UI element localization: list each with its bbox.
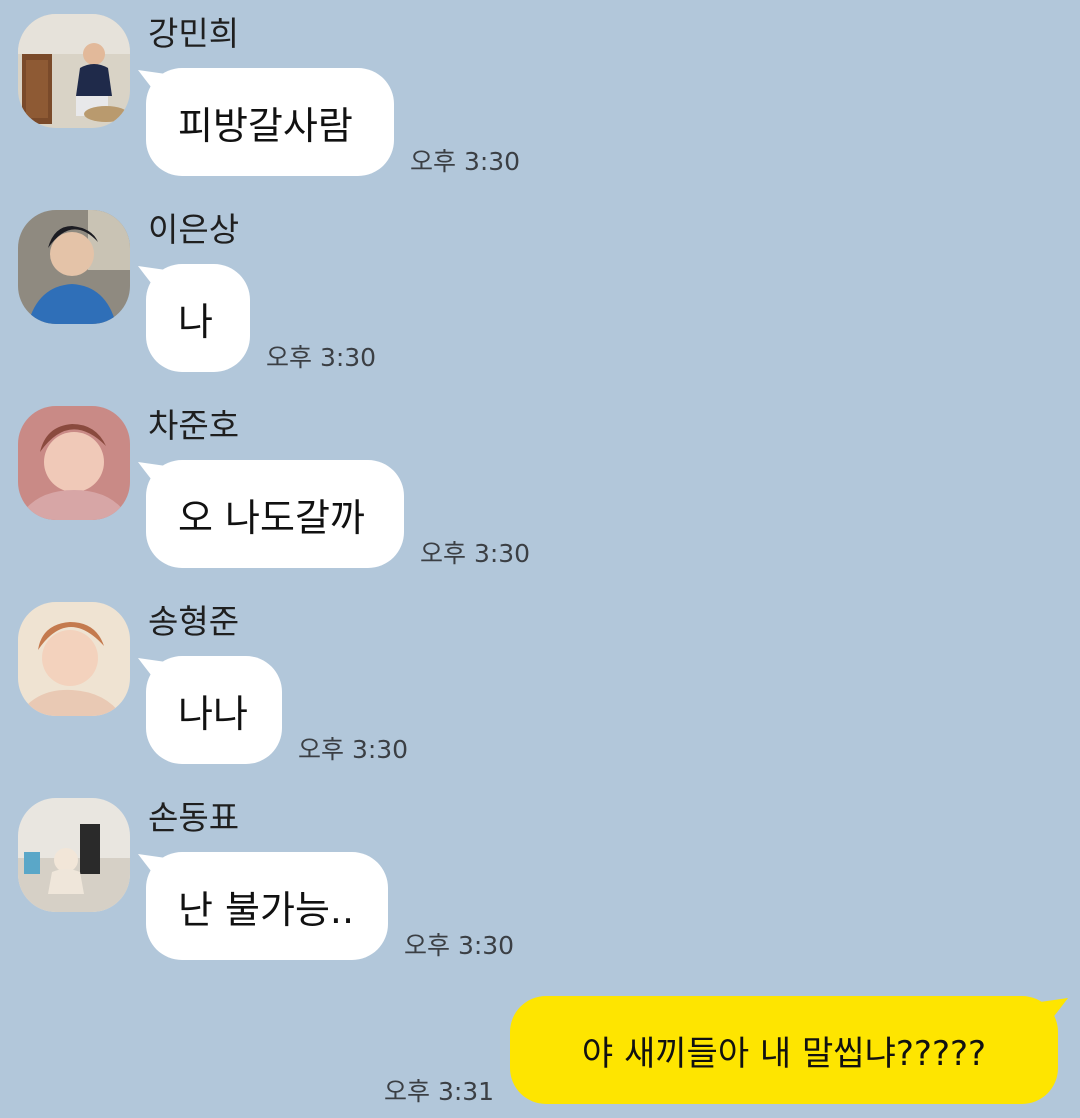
message-group: 손동표 난 불가능.. 오후 3:30 <box>0 784 1080 964</box>
sender-name: 강민희 <box>148 14 240 53</box>
chat-room[interactable]: 강민희 피방갈사람 오후 3:30 이은상 나 오후 3:30 차준호 오 나도… <box>0 0 1080 1118</box>
profile-photo-icon <box>18 602 130 716</box>
message-group: 강민희 피방갈사람 오후 3:30 <box>0 0 1080 180</box>
message-bubble[interactable]: 오 나도갈까 <box>146 460 404 568</box>
profile-photo-icon <box>18 14 130 128</box>
message-time: 오후 3:30 <box>410 147 521 176</box>
avatar[interactable] <box>18 406 130 520</box>
message-time: 오후 3:30 <box>298 735 409 764</box>
profile-photo-icon <box>18 798 130 912</box>
avatar[interactable] <box>18 602 130 716</box>
avatar[interactable] <box>18 798 130 912</box>
avatar[interactable] <box>18 14 130 128</box>
message-group: 이은상 나 오후 3:30 <box>0 196 1080 376</box>
message-bubble[interactable]: 나나 <box>146 656 282 764</box>
my-message-time: 오후 3:31 <box>384 1077 495 1106</box>
message-group: 차준호 오 나도갈까 오후 3:30 <box>0 392 1080 572</box>
sender-name: 손동표 <box>148 798 240 837</box>
sender-name: 송형준 <box>148 602 240 641</box>
sender-name: 차준호 <box>148 406 240 445</box>
sender-name: 이은상 <box>148 210 240 249</box>
profile-photo-icon <box>18 210 130 324</box>
my-message-bubble[interactable]: 야 새끼들아 내 말씹냐????? <box>510 996 1058 1104</box>
message-time: 오후 3:30 <box>420 539 531 568</box>
message-time: 오후 3:30 <box>404 931 515 960</box>
avatar[interactable] <box>18 210 130 324</box>
profile-photo-icon <box>18 406 130 520</box>
message-bubble[interactable]: 난 불가능.. <box>146 852 388 960</box>
message-group: 송형준 나나 오후 3:30 <box>0 588 1080 768</box>
message-time: 오후 3:30 <box>266 343 377 372</box>
message-bubble[interactable]: 피방갈사람 <box>146 68 394 176</box>
message-bubble[interactable]: 나 <box>146 264 250 372</box>
